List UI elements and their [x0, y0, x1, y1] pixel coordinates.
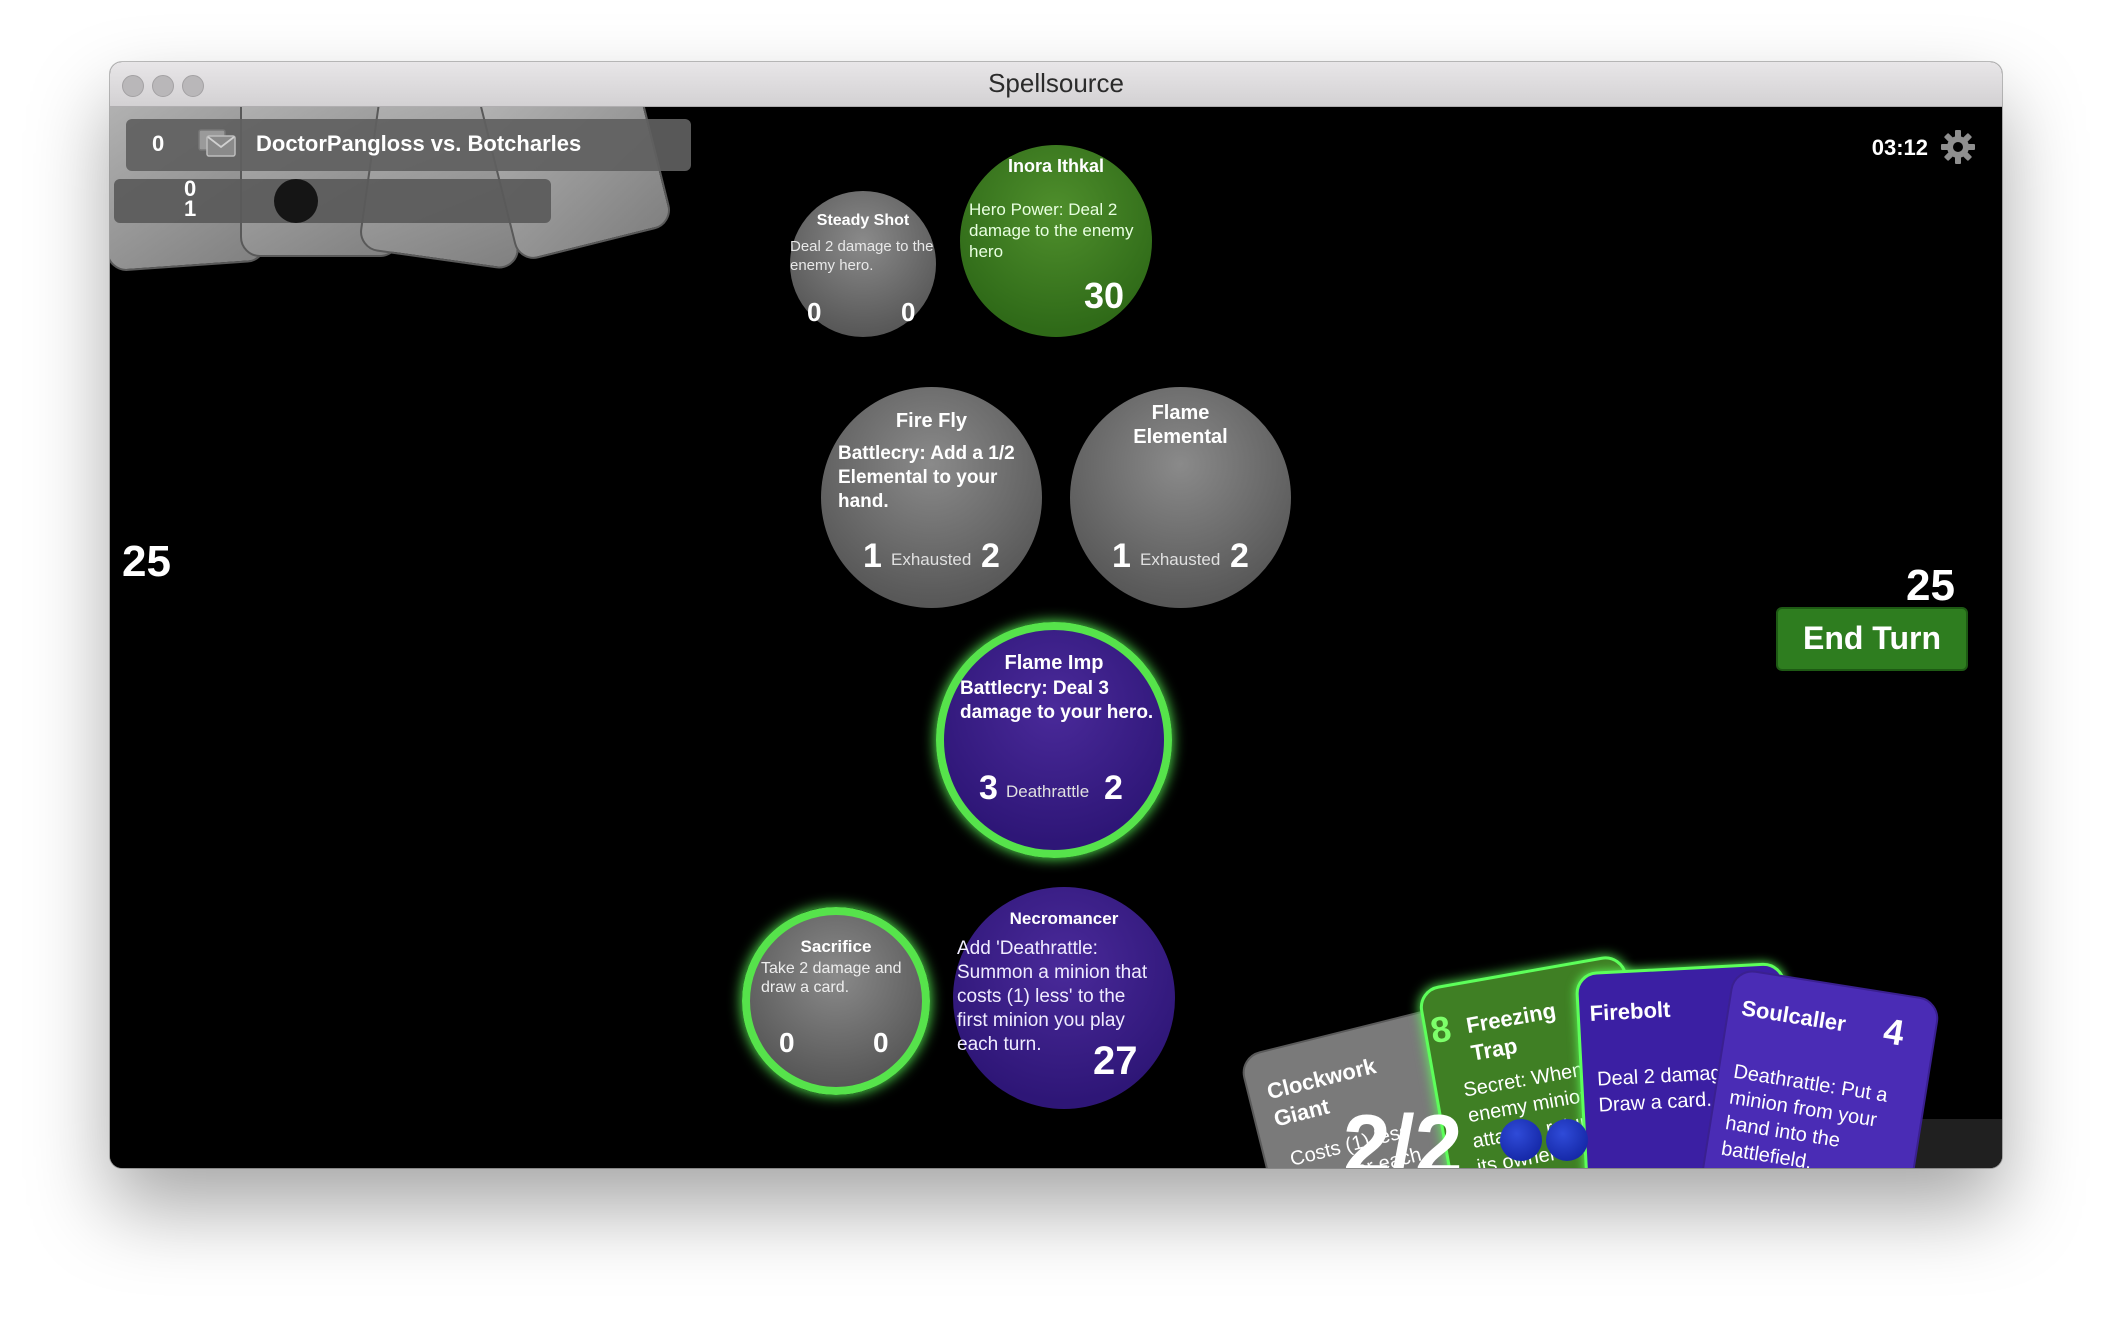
- selected-card-stats: 2/2: [1343, 1098, 1463, 1168]
- match-title: DoctorPangloss vs. Botcharles: [256, 131, 582, 156]
- minion-name: Flame Imp: [1004, 652, 1104, 674]
- minion-health: 2: [1230, 537, 1249, 575]
- hero-power-text: Deal 2 damage to the enemy hero.: [790, 238, 934, 274]
- opponent-hero-name: Inora Ithkal: [1007, 156, 1105, 176]
- player-health-right: 25: [1906, 561, 1955, 610]
- minion-text: Battlecry: Deal 3 damage to your hero.: [960, 678, 1154, 723]
- hand-card-name: Soulcaller: [1739, 995, 1848, 1037]
- deck-count-bottom: 1: [184, 196, 197, 221]
- hero-power-right-value: 0: [901, 297, 916, 327]
- hero-power-left-value: 0: [807, 297, 822, 327]
- hand-card-cost: 8: [1427, 1007, 1455, 1052]
- player-hero-power[interactable]: Sacrifice Take 2 damage and draw a card.…: [742, 907, 930, 1095]
- minion-name: Flame Elemental: [1133, 402, 1228, 448]
- game-window: Spellsource 0 DoctorPangloss vs. Botchar…: [110, 62, 2002, 1168]
- minion-attack: 1: [1112, 537, 1131, 575]
- hand-card-name: Freezing Trap: [1464, 997, 1558, 1066]
- player-hero-name: Necromancer: [1009, 909, 1119, 928]
- gear-icon[interactable]: [1940, 129, 1976, 165]
- minion-name: Fire Fly: [895, 410, 968, 432]
- message-count: 0: [152, 131, 165, 156]
- window-title: Spellsource: [988, 68, 1124, 98]
- game-board: 0 DoctorPangloss vs. Botcharles 0 1 03:1…: [110, 107, 2002, 1168]
- minion-text: Battlecry: Add a 1/2 Elemental to your h…: [838, 443, 1015, 512]
- title-bar: Spellsource: [110, 62, 2002, 107]
- player-hero[interactable]: Necromancer Add 'Deathrattle: Summon a m…: [953, 887, 1175, 1109]
- minion-status: Deathrattle: [1006, 782, 1090, 801]
- end-turn-button[interactable]: End Turn: [1776, 607, 1968, 671]
- opponent-minion[interactable]: Fire Fly Battlecry: Add a 1/2 Elemental …: [821, 387, 1042, 608]
- mana-crystal: [1500, 1119, 1542, 1161]
- opponent-mana-bar: 0 1: [114, 178, 551, 223]
- player-minion[interactable]: Flame Imp Battlecry: Deal 3 damage to yo…: [936, 622, 1172, 858]
- hand-card-cost: 4: [1880, 1009, 1907, 1054]
- chat-icon[interactable]: [198, 128, 236, 158]
- hero-power-name: Steady Shot: [816, 212, 910, 229]
- minion-status: Exhausted: [891, 550, 972, 569]
- player-hero-health: 27: [1093, 1039, 1138, 1083]
- hand-card-name: Firebolt: [1589, 996, 1671, 1026]
- opponent-hero-health: 30: [1084, 275, 1125, 316]
- hero-power-text: Take 2 damage and draw a card.: [761, 960, 902, 996]
- hero-power-name: Sacrifice: [800, 937, 872, 956]
- minion-health: 2: [981, 537, 1000, 575]
- hero-power-left-value: 0: [779, 1027, 795, 1058]
- opponent-hero-text: Hero Power: Deal 2 damage to the enemy h…: [969, 200, 1134, 261]
- hand-card-text: Deathrattle: Put a minion from your hand…: [1719, 1060, 1890, 1168]
- opponent-hero-power[interactable]: Steady Shot Deal 2 damage to the enemy h…: [790, 191, 936, 337]
- opponent-minion[interactable]: Flame Elemental 1 Exhausted 2: [1070, 387, 1291, 608]
- opponent-hero[interactable]: Inora Ithkal Hero Power: Deal 2 damage t…: [960, 145, 1152, 337]
- minion-status: Exhausted: [1140, 550, 1221, 569]
- player-health-left: 25: [122, 537, 171, 586]
- minion-health: 2: [1104, 769, 1123, 807]
- minion-attack: 3: [979, 769, 998, 807]
- turn-timer: 03:12: [1871, 135, 1928, 160]
- mana-crystal: [1546, 1119, 1588, 1161]
- minion-attack: 1: [863, 537, 882, 575]
- opponent-mana-crystal: [274, 179, 318, 223]
- match-status-bar: 0 DoctorPangloss vs. Botcharles: [126, 119, 691, 171]
- hero-power-right-value: 0: [873, 1027, 889, 1058]
